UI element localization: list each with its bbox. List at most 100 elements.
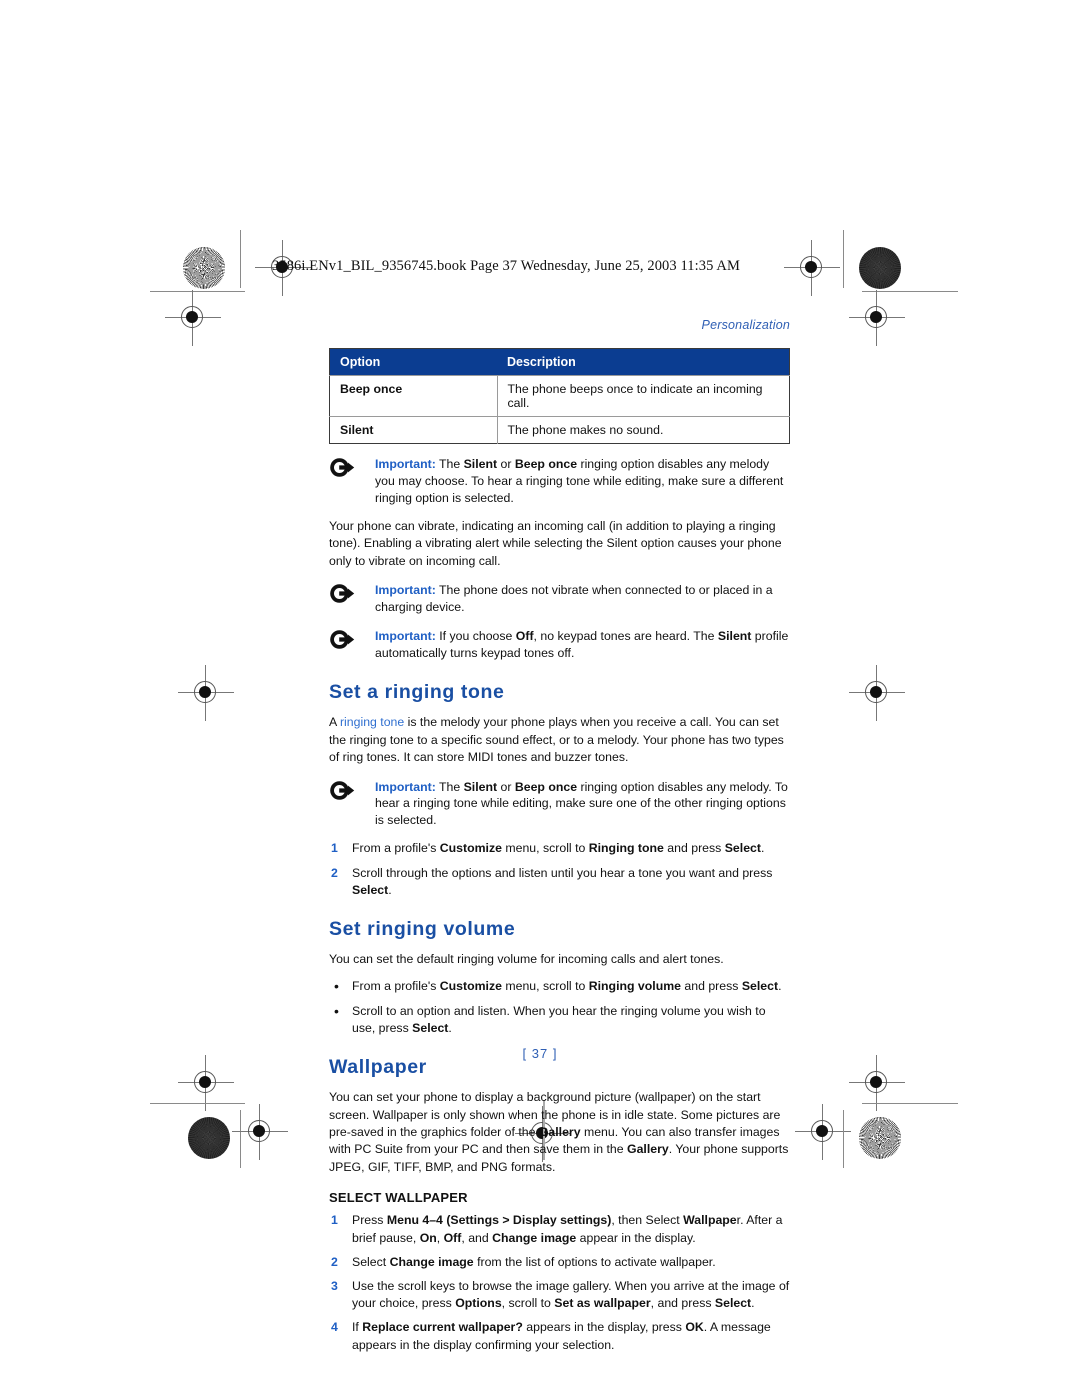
important-note: Important: The Silent or Beep once ringi… xyxy=(329,779,790,830)
list-item: • From a profile's Customize menu, scroll… xyxy=(329,978,790,995)
table-cell-option: Beep once xyxy=(329,375,498,417)
important-note: Important: If you choose Off, no keypad … xyxy=(329,628,790,662)
step-bold-set-as-wallpaper: Set as wallpaper xyxy=(554,1296,651,1311)
important-label: Important: xyxy=(375,457,436,471)
step-bold-select: Select xyxy=(352,882,389,897)
step-number: 4 xyxy=(331,1320,338,1335)
note-text-b: , no keypad tones are heard. The xyxy=(533,629,718,644)
intro-bold-gallery: Gallery xyxy=(538,1124,581,1139)
list-item: 1 From a profile's Customize menu, scroll… xyxy=(329,840,790,857)
bullet-part: . xyxy=(778,979,782,994)
note-text-a: The xyxy=(435,457,464,471)
bullet-part: menu, scroll to xyxy=(501,979,589,994)
important-note-text: Important: The phone does not vibrate wh… xyxy=(375,582,790,616)
table-cell-description: The phone makes no sound. xyxy=(497,416,790,444)
bullet-bold-select: Select xyxy=(412,1020,449,1035)
step-part: appear in the display. xyxy=(576,1230,696,1245)
trim-line-top-left-vertical xyxy=(240,230,241,288)
step-part: From a profile's xyxy=(352,841,440,856)
trim-line-lower-left-horizontal xyxy=(150,1103,245,1104)
step-bold-options: Options xyxy=(455,1296,502,1311)
note-text-b: or xyxy=(497,779,515,794)
note-bold-off: Off xyxy=(515,629,534,644)
registration-mark-upper-right xyxy=(849,290,905,346)
running-head: Personalization xyxy=(701,318,790,332)
step-number: 2 xyxy=(331,1254,338,1269)
step-bold-ringing-tone: Ringing tone xyxy=(588,841,664,856)
important-icon xyxy=(329,582,375,609)
book-slug-line: 3586i.ENv1_BIL_9356745.book Page 37 Wedn… xyxy=(272,258,740,274)
print-target-burst-top-left xyxy=(183,247,225,289)
step-number: 1 xyxy=(331,1213,338,1228)
page-folio: [ 37 ] xyxy=(522,1046,558,1061)
registration-mark-upper-left xyxy=(165,290,221,346)
registration-mark-middle-right xyxy=(849,665,905,721)
intro-bold-gallery: Gallery xyxy=(627,1142,669,1157)
list-item: 1 Press Menu 4–4 (Settings > Display sett… xyxy=(329,1212,790,1246)
step-part: appears in the display, press xyxy=(522,1320,686,1335)
table-cell-option: Silent xyxy=(329,416,498,444)
important-icon xyxy=(329,628,375,655)
step-part: , and xyxy=(461,1230,493,1245)
important-label: Important: xyxy=(375,629,436,644)
document-page: 3586i.ENv1_BIL_9356745.book Page 37 Wedn… xyxy=(0,0,1080,1397)
step-bold-select: Select xyxy=(724,841,761,856)
print-target-dot-bottom-left xyxy=(188,1117,230,1159)
table-header-description: Description xyxy=(497,348,790,376)
step-bold-customize: Customize xyxy=(439,841,502,856)
step-bold-on: On xyxy=(419,1230,437,1245)
step-bold-off: Off xyxy=(443,1230,462,1245)
important-note-text: Important: The Silent or Beep once ringi… xyxy=(375,779,790,830)
step-number: 2 xyxy=(331,865,338,880)
step-number: 3 xyxy=(331,1278,338,1293)
subheading-select-wallpaper: SELECT WALLPAPER xyxy=(329,1190,468,1206)
note-text-b: or xyxy=(497,457,515,471)
step-part: menu, scroll to xyxy=(501,841,589,856)
table-header-option: Option xyxy=(329,348,497,376)
registration-mark-top-right xyxy=(784,240,840,296)
bullet-part: From a profile's xyxy=(352,979,440,994)
important-label: Important: xyxy=(375,779,436,794)
vibrate-paragraph: Your phone can vibrate, indicating an in… xyxy=(329,518,782,568)
step-bold-replace-prompt: Replace current wallpaper? xyxy=(362,1320,523,1335)
heading-set-a-ringing-tone: Set a ringing tone xyxy=(329,681,505,704)
step-bold-ok: OK xyxy=(685,1320,704,1335)
list-item: • Scroll to an option and listen. When yo… xyxy=(329,1003,790,1037)
important-note: Important: The phone does not vibrate wh… xyxy=(329,582,790,616)
step-part: . xyxy=(751,1296,755,1311)
table-header-row: Option Description xyxy=(329,348,790,376)
step-part: Press xyxy=(352,1213,387,1228)
important-label: Important: xyxy=(375,583,436,598)
step-part: Scroll through the options and listen un… xyxy=(352,865,773,880)
note-bold-silent: Silent xyxy=(717,629,752,644)
step-bold-change-image: Change image xyxy=(389,1254,474,1269)
step-part: . xyxy=(760,841,765,856)
list-item: 4 If Replace current wallpaper? appears i… xyxy=(329,1319,790,1353)
registration-mark-bottom-left xyxy=(232,1104,288,1160)
bullet-part: and press xyxy=(680,979,742,994)
note-bold-silent: Silent xyxy=(463,779,498,794)
trim-line-top-right-vertical xyxy=(843,230,844,288)
bullet-glyph: • xyxy=(334,1002,339,1019)
important-note: Important: The Silent or Beep once ringi… xyxy=(329,456,790,507)
bullet-glyph: • xyxy=(334,978,339,995)
important-note-text: Important: The Silent or Beep once ringi… xyxy=(375,456,790,507)
note-text-a: If you choose xyxy=(435,629,516,644)
step-part: , then Select xyxy=(611,1213,684,1228)
table-row: Beep once The phone beeps once to indica… xyxy=(329,375,790,417)
bullet-bold-customize: Customize xyxy=(439,979,502,994)
important-icon xyxy=(329,779,375,806)
step-bold-change-image: Change image xyxy=(492,1230,577,1245)
step-bold-wallpaper: Wallpape xyxy=(683,1213,737,1228)
print-target-burst-bottom-right xyxy=(859,1117,901,1159)
print-target-dot-top-right xyxy=(859,247,901,289)
step-part: Select xyxy=(352,1254,390,1269)
list-item: 3 Use the scroll keys to browse the image… xyxy=(329,1278,790,1312)
step-bold-menu-path: Menu 4–4 (Settings > Display settings) xyxy=(386,1213,612,1228)
step-part: from the list of options to activate wal… xyxy=(473,1254,716,1269)
important-icon xyxy=(329,456,375,483)
step-part: If xyxy=(352,1320,363,1335)
step-part: and press xyxy=(663,841,725,856)
ringing-volume-bullets: • From a profile's Customize menu, scroll… xyxy=(329,978,790,1037)
trim-line-bottom-right-vertical xyxy=(843,1110,844,1168)
